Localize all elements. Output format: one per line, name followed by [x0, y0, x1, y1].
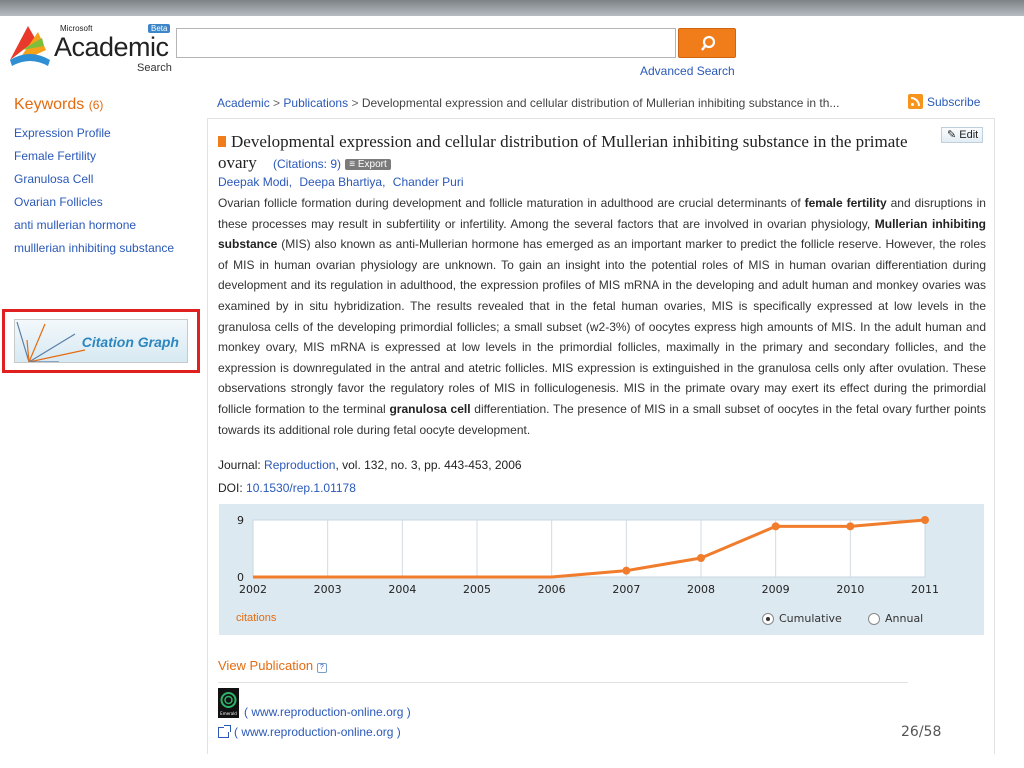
annual-label: Annual [885, 612, 924, 625]
citations-link[interactable]: (Citations: 9) [273, 157, 341, 171]
keywords-heading: Keywords (6) [14, 96, 103, 114]
chart-x-tick-label: 2010 [836, 583, 864, 596]
top-bar [0, 0, 1024, 16]
keyword-link[interactable]: Female Fertility [14, 149, 96, 163]
radio-selected-icon [762, 612, 774, 625]
emerald-logo-icon: Emerald [220, 692, 237, 716]
export-label: Export [357, 159, 387, 170]
abstract-text: (MIS) also known as anti-Mullerian hormo… [218, 237, 986, 416]
citation-graph-button[interactable]: Citation Graph [14, 319, 188, 363]
keyword-link[interactable]: mulllerian inhibiting substance [14, 241, 174, 255]
chart-data-point [846, 522, 855, 531]
abstract-text: Ovarian follicle formation during develo… [218, 196, 805, 210]
citations-chart: 0 9 2002 2003 2004 2005 2006 2007 2008 2009 2010 20… [219, 504, 984, 635]
chart-x-tick-label: 2005 [463, 583, 491, 596]
chart-x-tick-label: 2003 [314, 583, 342, 596]
divider [218, 682, 908, 683]
advanced-search-link[interactable]: Advanced Search [640, 64, 735, 78]
export-button[interactable]: ≡ Export [345, 159, 391, 170]
chart-x-tick-label: 2004 [388, 583, 416, 596]
abstract: Ovarian follicle formation during develo… [218, 193, 986, 440]
edit-button[interactable]: ✎ Edit [941, 127, 983, 143]
help-icon[interactable]: ? [316, 663, 327, 673]
chart-data-point [697, 554, 705, 562]
source-entry: ( www.reproduction-online.org ) [218, 724, 401, 739]
keywords-count: (6) [88, 98, 104, 112]
keyword-link[interactable]: anti mullerian hormone [14, 218, 136, 232]
chart-data-point [622, 566, 631, 575]
chart-x-tick-label: 2006 [538, 583, 566, 596]
chart-x-tick-label: 2008 [687, 583, 715, 596]
author-link[interactable]: Deepa Bhartiya, [299, 175, 385, 189]
chart-x-tick-label: 2002 [239, 583, 267, 596]
chart-y-tick-label: 9 [237, 514, 244, 527]
subscribe-label: Subscribe [927, 94, 981, 109]
chart-data-point [921, 516, 929, 524]
doi-link[interactable]: 10.1530/rep.1.01178 [246, 481, 356, 495]
chart-data-point [771, 522, 780, 531]
breadcrumb: Academic > Publications > Developmental … [217, 96, 839, 110]
slide-page-number: 26/58 [901, 724, 942, 740]
edit-label: Edit [959, 129, 979, 141]
journal-info: Journal: Reproduction, vol. 132, no. 3, … [218, 458, 522, 472]
keyword-link[interactable]: Expression Profile [14, 126, 111, 140]
breadcrumb-academic[interactable]: Academic [217, 96, 270, 110]
keyword-link[interactable]: Ovarian Follicles [14, 195, 103, 209]
chart-x-tick-label: 2011 [911, 583, 939, 596]
breadcrumb-publications[interactable]: Publications [283, 96, 348, 110]
doi-label: DOI: [218, 481, 243, 495]
annual-radio[interactable]: Annual [868, 612, 923, 625]
keywords-title: Keywords [14, 96, 85, 113]
search-input[interactable] [176, 28, 676, 58]
cumulative-radio[interactable]: Cumulative [762, 612, 842, 625]
author-list: Deepak Modi, Deepa Bhartiya, Chander Pur… [218, 175, 468, 189]
pencil-icon: ✎ [947, 129, 957, 141]
external-link-icon [218, 724, 231, 738]
search-button[interactable] [678, 28, 736, 58]
citation-graph-highlight: Citation Graph [2, 309, 200, 373]
view-publication-heading[interactable]: View Publication ? [218, 658, 327, 673]
author-link[interactable]: Deepak Modi, [218, 175, 292, 189]
abstract-keyword: granulosa cell [389, 401, 471, 416]
journal-details: , vol. 132, no. 3, pp. 443-453, 2006 [335, 458, 522, 472]
journal-link[interactable]: Reproduction [264, 458, 335, 472]
document-icon [218, 136, 226, 147]
emerald-logo[interactable]: Emerald [218, 688, 239, 718]
doi-info: DOI: 10.1530/rep.1.01178 [218, 481, 356, 495]
emerald-logo-text: Emerald [220, 711, 237, 716]
radio-unselected-icon [868, 612, 880, 625]
keyword-list: Expression Profile Female Fertility Gran… [14, 126, 184, 264]
cumulative-label: Cumulative [779, 612, 842, 625]
chart-plot-area [252, 519, 926, 578]
breadcrumb-separator: > [273, 96, 281, 110]
source-link[interactable]: ( www.reproduction-online.org ) [244, 705, 411, 719]
logo-subtitle: Search [137, 62, 172, 74]
citation-graph-label: Citation Graph [81, 334, 179, 350]
author-link[interactable]: Chander Puri [393, 175, 464, 189]
logo-icon [10, 26, 50, 66]
rss-icon [908, 94, 923, 109]
chart-x-tick-label: 2007 [612, 583, 640, 596]
microsoft-academic-search-logo[interactable]: Microsoft Beta Academic Search [8, 20, 172, 76]
chart-x-tick-label: 2009 [762, 583, 790, 596]
journal-label: Journal: [218, 458, 261, 472]
abstract-keyword: female fertility [804, 196, 887, 210]
chart-legend-citations: citations [236, 612, 277, 624]
source-link[interactable]: ( www.reproduction-online.org ) [234, 725, 401, 739]
source-entry: ( www.reproduction-online.org ) [244, 705, 411, 719]
subscribe-link[interactable]: Subscribe [908, 94, 980, 109]
publication-title: Developmental expression and cellular di… [218, 131, 908, 175]
breadcrumb-separator: > [351, 96, 359, 110]
search-icon [701, 35, 716, 51]
breadcrumb-current: Developmental expression and cellular di… [361, 96, 840, 110]
view-publication-label: View Publication [218, 658, 314, 673]
keyword-link[interactable]: Granulosa Cell [14, 172, 93, 186]
logo-title: Academic [54, 32, 169, 62]
